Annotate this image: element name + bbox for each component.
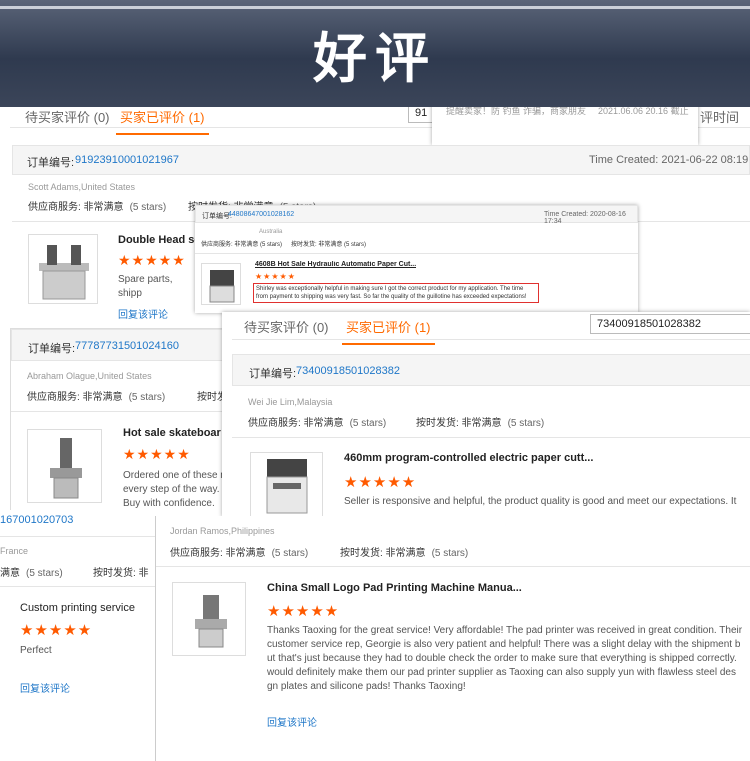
- machine-icon: [50, 438, 82, 499]
- supplier-service-rating: 满意 (5 stars): [0, 564, 63, 579]
- order-number-link[interactable]: 44808647001028162: [228, 211, 294, 218]
- buyer-name: Jordan Ramos,Philippines: [170, 526, 275, 536]
- supplier-service-rating: 供应商服务: 非常满意 (5 stars): [170, 544, 308, 559]
- supplier-service-label: 供应商服务: 非常满意: [248, 418, 344, 429]
- review-panel-4: 待买家评价 (0) 买家已评价 (1) 73400918501028382 订单…: [222, 312, 750, 517]
- review-text-line-3: ut that's just because they had to doubl…: [267, 653, 737, 664]
- review-stars: ★★★★★: [255, 272, 296, 281]
- order-header: 订单编号: 77787731501024160: [11, 329, 224, 361]
- order-label: 订单编号:: [27, 157, 75, 169]
- buyer-name: Scott Adams,United States: [28, 182, 136, 192]
- banner-title: 好评: [313, 27, 437, 90]
- order-number-link[interactable]: 91923910001021967: [75, 154, 179, 166]
- supplier-service-label: 供应商服务: 非常满意: [27, 392, 123, 403]
- on-time-stars: (5 stars): [431, 548, 469, 559]
- time-created: Time Created: 2020-08-16 17:34: [544, 211, 626, 225]
- review-text-line-2: customer service rep, Georgie is also ve…: [267, 639, 741, 650]
- order-number-link[interactable]: 73400918501028382: [296, 365, 400, 377]
- review-text-line-3: Buy with confidence.: [123, 498, 215, 509]
- machine-icon: [209, 270, 235, 303]
- review-panel-3: 订单编号: 77787731501024160 Abraham Olague,U…: [10, 328, 225, 518]
- on-time-rating: 按时发货: 非常满意 (5 stars): [416, 414, 544, 429]
- review-panel-2: 订单编号: 44808647001028162 Time Created: 20…: [195, 205, 638, 313]
- review-text-line-5: gn plates and silicone pads! Thanks Taox…: [267, 681, 466, 692]
- time-created: Time Created: 2021-06-22 08:19: [589, 154, 749, 166]
- buyer-country: France: [0, 546, 29, 556]
- tab-pending-review[interactable]: 待买家评价 (0): [25, 107, 110, 126]
- reply-link[interactable]: 回复该评论: [267, 714, 317, 729]
- supplier-service-stars: (5 stars): [26, 568, 63, 579]
- review-stars: ★★★★★: [123, 446, 191, 462]
- on-time-rating: 按时发货: 非常满意 (5 stars): [291, 242, 367, 248]
- tab-pending-review[interactable]: 待买家评价 (0): [244, 317, 329, 336]
- product-title[interactable]: Custom printing service: [20, 602, 135, 614]
- review-panel-5: 167001020703 France 满意 (5 stars) 按时发货: 非 …: [0, 510, 155, 761]
- notice-text: 提醒卖家！防 钓鱼 诈骗，商家朋友: [446, 107, 587, 116]
- buyer-name: Australia: [259, 229, 283, 235]
- supplier-service-stars: (5 stars): [128, 392, 166, 403]
- machine-icon: [39, 245, 89, 300]
- product-title[interactable]: Double Head se: [118, 234, 198, 246]
- review-panel-6: Jordan Ramos,Philippines 供应商服务: 非常满意 (5 s…: [155, 516, 750, 761]
- sort-by-time[interactable]: 评时间: [700, 107, 739, 126]
- buyer-name: Abraham Olague,United States: [27, 371, 152, 381]
- order-header: 订单编号: 44808647001028162 Time Created: 20…: [195, 205, 638, 225]
- machine-icon: [195, 595, 227, 648]
- machine-icon: [266, 459, 308, 514]
- tab-reviewed[interactable]: 买家已评价 (1): [342, 317, 435, 345]
- notice-popup: 提醒卖家！防 钓鱼 诈骗，商家朋友 2021.06.06 20.16 截止: [432, 107, 698, 145]
- on-time-label: 按时发货: 非常满意: [416, 418, 502, 429]
- on-time-label: 按时发: [197, 392, 225, 403]
- review-text-line-2: every step of the way.: [123, 484, 220, 495]
- supplier-service-stars: (5 stars): [129, 202, 167, 213]
- on-time-label: 按时发货: 非常满意: [340, 548, 426, 559]
- supplier-service-label: 供应商服务: 非常满意: [28, 202, 124, 213]
- product-image[interactable]: [201, 263, 241, 305]
- order-header: 订单编号: 73400918501028382: [232, 354, 750, 386]
- order-label: 订单编号:: [249, 368, 297, 380]
- review-text: Shirley was exceptionally helpful in mak…: [253, 283, 539, 303]
- order-number-link[interactable]: 77787731501024160: [75, 340, 179, 352]
- product-title[interactable]: Hot sale skateboar: [123, 427, 224, 439]
- review-text-line-1: Ordered one of these m: [123, 470, 225, 481]
- product-title[interactable]: 4608B Hot Sale Hydraulic Automatic Paper…: [255, 261, 416, 268]
- on-time-rating: 按时发货: 非常满意 (5 stars): [340, 544, 468, 559]
- order-number-link[interactable]: 167001020703: [0, 514, 73, 526]
- on-time-label: 按时发货: 非: [93, 568, 149, 579]
- product-title[interactable]: 460mm program-controlled electric paper …: [344, 452, 593, 464]
- supplier-service-rating: 供应商服务: 非常满意 (5 stars): [28, 198, 166, 213]
- on-time-stars: (5 stars): [507, 418, 545, 429]
- order-label: 订单编号:: [28, 343, 76, 355]
- supplier-service-rating: 供应商服务: 非常满意 (5 stars): [248, 414, 386, 429]
- product-image[interactable]: [27, 429, 102, 503]
- product-image[interactable]: [28, 234, 98, 304]
- review-text: Spare parts, shipp: [118, 274, 173, 299]
- supplier-service-rating: 供应商服务: 非常满意 (5 stars): [27, 388, 165, 403]
- review-text-line-1: Thanks Taoxing for the great service! Ve…: [267, 625, 743, 636]
- reply-link[interactable]: 回复该评论: [118, 306, 168, 321]
- supplier-service-label: 供应商服务: 非常满意: [170, 548, 266, 559]
- supplier-service-stars: (5 stars): [271, 548, 309, 559]
- notice-date: 2021.06.06 20.16 截止: [598, 107, 689, 116]
- review-stars: ★★★★★: [118, 252, 186, 268]
- order-search-input[interactable]: 73400918501028382: [590, 314, 750, 334]
- review-stars: ★★★★★: [267, 603, 340, 620]
- review-stars: ★★★★★: [344, 474, 417, 491]
- reply-link[interactable]: 回复该评论: [20, 680, 70, 695]
- review-text: Seller is responsive and helpful, the pr…: [344, 496, 737, 507]
- supplier-service-stars: (5 stars): [349, 418, 387, 429]
- review-stars: ★★★★★: [20, 622, 93, 639]
- header-banner: 好评: [0, 0, 750, 107]
- order-header: 订单编号: 91923910001021967 Time Created: 20…: [12, 145, 750, 175]
- product-image[interactable]: [172, 582, 246, 656]
- review-text: Perfect: [20, 645, 52, 656]
- supplier-service-label: 满意: [0, 568, 20, 579]
- product-title[interactable]: China Small Logo Pad Printing Machine Ma…: [267, 582, 522, 594]
- buyer-name: Wei Jie Lim,Malaysia: [248, 397, 333, 407]
- supplier-service-rating: 供应商服务: 非常满意 (5 stars): [201, 242, 283, 248]
- review-text-line-4: would definitely make them our pad print…: [267, 667, 736, 678]
- tab-reviewed[interactable]: 买家已评价 (1): [116, 107, 209, 135]
- product-image[interactable]: [250, 452, 323, 517]
